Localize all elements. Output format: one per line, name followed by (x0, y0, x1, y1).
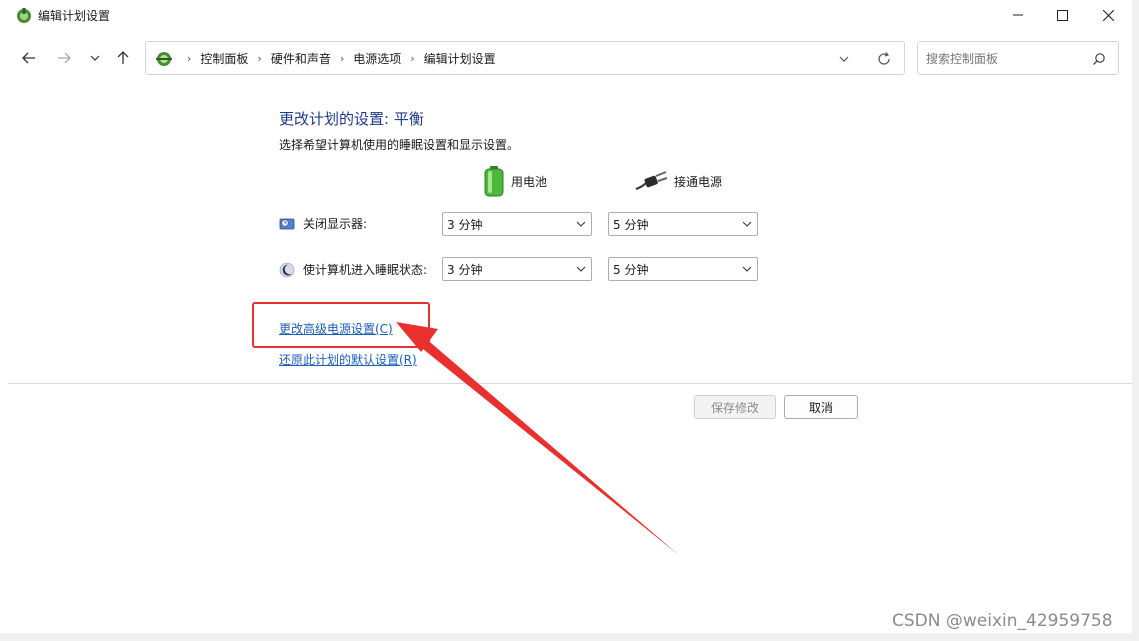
display-off-plugged-select[interactable]: 5 分钟 (608, 212, 758, 236)
chevron-right-icon[interactable]: › (340, 52, 344, 65)
page-description: 选择希望计算机使用的睡眠设置和显示设置。 (279, 138, 520, 152)
divider (8, 383, 1132, 384)
display-off-label: 关闭显示器: (303, 217, 368, 231)
title-bar: 编辑计划设置 (0, 0, 1132, 32)
breadcrumb-edit-plan[interactable]: 编辑计划设置 (424, 50, 496, 67)
chevron-down-icon (742, 221, 752, 227)
chevron-down-icon (742, 266, 752, 272)
battery-icon (484, 166, 504, 197)
display-off-row-label: 关闭显示器: (279, 215, 367, 232)
arrow-right-icon (58, 52, 71, 64)
chevron-down-icon (576, 221, 586, 227)
sleep-battery-value: 3 分钟 (447, 262, 483, 277)
breadcrumb: › 控制面板 › 硬件和声音 › 电源选项 › 编辑计划设置 (178, 42, 496, 74)
breadcrumb-control-panel[interactable]: 控制面板 (200, 50, 248, 67)
display-icon (279, 218, 295, 229)
close-icon (1102, 9, 1114, 21)
minimize-button[interactable] (995, 0, 1041, 30)
recent-locations-button[interactable] (83, 46, 107, 70)
control-panel-icon (156, 52, 172, 66)
chevron-down-icon (576, 266, 586, 272)
window-title: 编辑计划设置 (38, 9, 111, 23)
battery-column-header: 用电池 (483, 164, 547, 198)
chevron-right-icon[interactable]: › (257, 52, 261, 65)
minimize-icon (1013, 14, 1023, 16)
moon-icon (279, 262, 295, 277)
power-options-icon (17, 8, 31, 23)
sleep-row-label: 使计算机进入睡眠状态: (279, 261, 427, 278)
search-icon[interactable] (1092, 52, 1106, 66)
breadcrumb-hardware-sound[interactable]: 硬件和声音 (271, 50, 331, 67)
plugged-column-label: 接通电源 (674, 174, 723, 189)
chevron-right-icon[interactable]: › (410, 52, 414, 65)
watermark-text: CSDN @weixin_42959758 (892, 611, 1113, 631)
sleep-plugged-select[interactable]: 5 分钟 (608, 257, 758, 281)
arrow-left-icon (22, 52, 35, 64)
plugged-column-header: 接通电源 (634, 164, 722, 198)
save-changes-button[interactable]: 保存修改 (694, 395, 776, 419)
battery-column-label: 用电池 (511, 174, 548, 189)
power-plug-icon (635, 171, 668, 190)
forward-button[interactable] (52, 46, 76, 70)
display-off-battery-value: 3 分钟 (447, 217, 483, 232)
breadcrumb-power-options[interactable]: 电源选项 (353, 50, 401, 67)
advanced-power-settings-link[interactable]: 更改高级电源设置(C) (279, 320, 393, 337)
restore-defaults-link[interactable]: 还原此计划的默认设置(R) (279, 351, 417, 368)
chevron-down-icon (90, 55, 100, 61)
display-off-battery-select[interactable]: 3 分钟 (442, 212, 592, 236)
edit-plan-settings-window: 编辑计划设置 › 控制面板 › 硬件和声音 › 电源选项 › 编辑计划设置 搜索… (0, 0, 1139, 641)
sleep-plugged-value: 5 分钟 (613, 262, 649, 277)
refresh-icon[interactable] (876, 51, 892, 67)
address-bar[interactable]: › 控制面板 › 硬件和声音 › 电源选项 › 编辑计划设置 (145, 41, 905, 75)
display-off-plugged-value: 5 分钟 (613, 217, 649, 232)
page-title: 更改计划的设置: 平衡 (279, 110, 424, 128)
sleep-battery-select[interactable]: 3 分钟 (442, 257, 592, 281)
arrow-up-icon (117, 51, 129, 64)
cancel-button[interactable]: 取消 (784, 395, 858, 419)
search-box[interactable] (917, 41, 1119, 75)
back-button[interactable] (17, 46, 41, 70)
close-button[interactable] (1085, 0, 1131, 30)
search-input[interactable] (926, 50, 1086, 68)
maximize-button[interactable] (1039, 0, 1085, 30)
sleep-label: 使计算机进入睡眠状态: (303, 263, 428, 277)
maximize-icon (1056, 9, 1068, 21)
up-button[interactable] (111, 46, 135, 70)
chevron-right-icon: › (187, 51, 192, 65)
chevron-down-icon[interactable] (836, 51, 852, 67)
